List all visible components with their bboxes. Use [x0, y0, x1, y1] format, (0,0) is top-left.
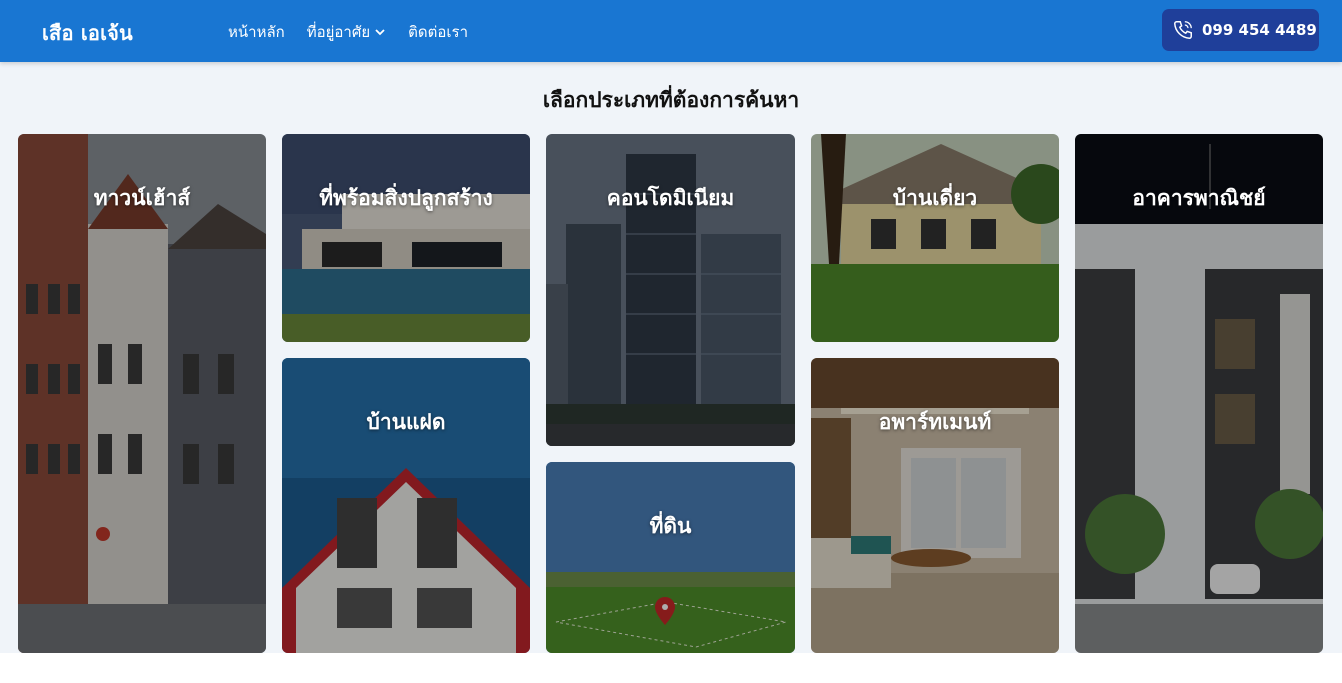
card-overlay [546, 462, 795, 653]
top-navbar: เสือ เอเจ้น หน้าหลัก ที่อยู่อาศัย ติดต่อ… [0, 0, 1342, 62]
category-card-condominium[interactable]: คอนโดมิเนียม [546, 134, 795, 446]
category-label: อาคารพาณิชย์ [1132, 186, 1266, 210]
category-label: บ้านแฝด [366, 410, 446, 434]
category-section: เลือกประเภทที่ต้องการค้นหา ทาวน์เฮ้าส์ ท… [0, 62, 1342, 653]
category-card-detached-house[interactable]: บ้านเดี่ยว [811, 134, 1059, 342]
category-card-apartment[interactable]: อพาร์ทเมนท์ [811, 358, 1059, 653]
category-card-land[interactable]: ที่ดิน [546, 462, 795, 653]
phone-icon [1174, 21, 1192, 39]
card-overlay [282, 134, 530, 342]
category-card-commercial-building[interactable]: อาคารพาณิชย์ [1075, 134, 1323, 653]
page-bottom [0, 653, 1342, 683]
category-card-land-with-building[interactable]: ที่พร้อมสิ่งปลูกสร้าง [282, 134, 530, 342]
category-card-townhouse[interactable]: ทาวน์เฮ้าส์ [18, 134, 266, 653]
category-label: บ้านเดี่ยว [892, 186, 978, 210]
category-label: ทาวน์เฮ้าส์ [93, 186, 191, 210]
chevron-down-icon [375, 29, 385, 36]
nav-item-contact-label: ติดต่อเรา [408, 23, 469, 41]
phone-number: 099 454 4489 [1202, 21, 1317, 39]
brand-logo[interactable]: เสือ เอเจ้น [42, 17, 133, 49]
nav-item-contact[interactable]: ติดต่อเรา [408, 20, 468, 44]
category-label: อพาร์ทเมนท์ [878, 410, 992, 434]
phone-call-button[interactable]: 099 454 4489 [1162, 9, 1319, 51]
card-overlay [282, 358, 530, 653]
main-nav: หน้าหลัก ที่อยู่อาศัย ติดต่อเรา [228, 20, 490, 44]
nav-item-home-label: หน้าหลัก [228, 23, 285, 41]
category-label: ที่ดิน [649, 514, 692, 538]
nav-item-residence-label: ที่อยู่อาศัย [306, 23, 371, 41]
card-overlay [546, 134, 795, 446]
category-label: ที่พร้อมสิ่งปลูกสร้าง [319, 186, 493, 210]
category-label: คอนโดมิเนียม [606, 186, 735, 210]
nav-item-home[interactable]: หน้าหลัก [228, 20, 285, 44]
category-card-twin-house[interactable]: บ้านแฝด [282, 358, 530, 653]
card-overlay [811, 358, 1059, 653]
section-title: เลือกประเภทที่ต้องการค้นหา [542, 88, 800, 112]
nav-item-residence[interactable]: ที่อยู่อาศัย [307, 20, 386, 44]
card-overlay [811, 134, 1059, 342]
